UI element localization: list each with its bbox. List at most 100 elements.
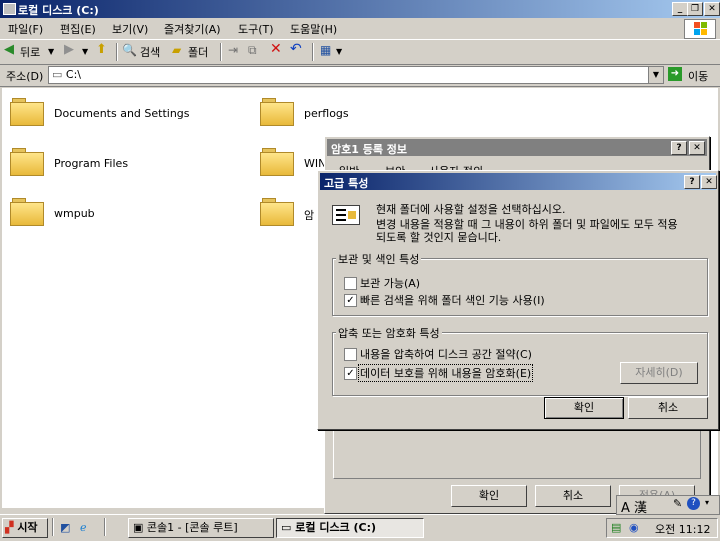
- compress-checkbox[interactable]: [344, 348, 357, 361]
- copy-to-icon[interactable]: ⧉: [248, 43, 257, 58]
- task-local-disk-label: 로컬 디스크 (C:): [295, 521, 377, 534]
- folder-icon[interactable]: [10, 148, 44, 176]
- go-button[interactable]: 이동: [688, 68, 708, 84]
- views-icon[interactable]: ▦: [320, 43, 331, 57]
- ime-mode[interactable]: A 漢: [621, 497, 647, 516]
- encrypt-checkbox[interactable]: ✓: [344, 367, 357, 380]
- back-dropdown-icon[interactable]: ▼: [48, 47, 54, 56]
- archive-label[interactable]: 보관 가능(A): [360, 275, 420, 291]
- menu-file[interactable]: 파일(F): [8, 21, 43, 37]
- folder-icon[interactable]: [260, 98, 294, 126]
- forward-dropdown-icon[interactable]: ▼: [82, 47, 88, 56]
- toolbar-separator: [220, 43, 222, 61]
- clock[interactable]: 오전 11:12: [655, 521, 710, 537]
- close-button[interactable]: ✕: [689, 141, 705, 155]
- properties-title: 암호1 등록 정보: [331, 143, 408, 156]
- dialog-description-line1: 현재 폴더에 사용할 설정을 선택하십시오.: [376, 203, 566, 216]
- taskbar: ▞ 시작 ◩ ℯ ▣ 콘솔1 - [콘솔 루트] ▭ 로컬 디스크 (C:) A…: [0, 495, 720, 541]
- archive-index-group-label: 보관 및 색인 특성: [336, 251, 422, 267]
- address-value: C:\: [65, 68, 81, 81]
- dialog-description-line3: 되도록 할 것인지 묻습니다.: [376, 231, 502, 244]
- delete-icon[interactable]: ✕: [270, 41, 282, 57]
- folder-encrypted[interactable]: 암: [304, 207, 314, 223]
- start-label: 시작: [17, 521, 38, 534]
- task-console[interactable]: ▣ 콘솔1 - [콘솔 루트]: [128, 518, 274, 538]
- menu-edit[interactable]: 편집(E): [60, 21, 96, 37]
- folder-documents-and-settings[interactable]: Documents and Settings: [54, 107, 190, 120]
- taskbar-separator: [104, 518, 106, 536]
- toolbar-separator: [312, 43, 314, 61]
- language-bar[interactable]: A 漢 ✎ ? ▾: [616, 495, 720, 516]
- window-titlebar[interactable]: 로컬 디스크 (C:) _ ❐ ✕: [0, 0, 720, 18]
- start-button[interactable]: ▞ 시작: [2, 518, 48, 538]
- ok-button[interactable]: 확인: [544, 397, 624, 419]
- internet-explorer-icon[interactable]: ℯ: [80, 521, 87, 534]
- folder-windows[interactable]: WIN: [304, 157, 326, 170]
- folder-perflogs[interactable]: perflogs: [304, 107, 349, 120]
- details-button[interactable]: 자세히(D): [620, 362, 698, 384]
- advanced-attributes-dialog: 고급 특성 ? ✕ 현재 폴더에 사용할 설정을 선택하십시오. 변경 내용을 …: [317, 170, 719, 430]
- address-input[interactable]: ▭ C:\: [48, 66, 650, 84]
- help-icon[interactable]: ?: [687, 497, 700, 510]
- taskbar-separator: [52, 518, 54, 536]
- folder-wmpub[interactable]: wmpub: [54, 207, 95, 220]
- address-bar: 주소(D) ▭ C:\ ▼ ➜ 이동: [0, 64, 720, 87]
- window-title: 로컬 디스크 (C:): [18, 4, 99, 17]
- folders-icon: ▰: [172, 43, 182, 57]
- up-folder-icon[interactable]: ⬆: [96, 42, 107, 57]
- task-console-label: 콘솔1 - [콘솔 루트]: [146, 521, 238, 534]
- folder-icon[interactable]: [260, 198, 294, 226]
- properties-titlebar[interactable]: 암호1 등록 정보: [327, 139, 707, 156]
- drive-icon: [3, 3, 16, 15]
- folders-button[interactable]: 폴더: [188, 44, 208, 60]
- views-dropdown-icon[interactable]: ▼: [336, 47, 342, 56]
- address-dropdown-button[interactable]: ▼: [648, 66, 664, 84]
- search-button[interactable]: 검색: [140, 44, 160, 60]
- forward-arrow-icon[interactable]: ▶: [64, 42, 74, 57]
- console-icon: ▣: [133, 521, 144, 534]
- help-button[interactable]: ?: [684, 175, 700, 189]
- properties-cancel-button[interactable]: 취소: [535, 485, 611, 507]
- folder-icon[interactable]: [10, 198, 44, 226]
- compress-encrypt-group-label: 압축 또는 암호화 특성: [336, 325, 442, 341]
- encrypt-label[interactable]: 데이터 보호를 위해 내용을 암호화(E): [358, 364, 534, 382]
- folder-icon[interactable]: [10, 98, 44, 126]
- network-icon[interactable]: ▤: [611, 521, 621, 534]
- go-arrow-icon[interactable]: ➜: [668, 67, 682, 81]
- restore-button[interactable]: ❐: [687, 2, 703, 16]
- help-button[interactable]: ?: [671, 141, 687, 155]
- folder-icon[interactable]: [260, 148, 294, 176]
- ime-tools-icon[interactable]: ✎: [673, 497, 682, 510]
- toolbar-separator: [116, 43, 118, 61]
- close-button[interactable]: ✕: [704, 2, 720, 16]
- task-local-disk[interactable]: ▭ 로컬 디스크 (C:): [276, 518, 424, 538]
- properties-ok-button[interactable]: 확인: [451, 485, 527, 507]
- undo-icon[interactable]: ↶: [290, 41, 302, 57]
- index-label[interactable]: 빠른 검색을 위해 폴더 색인 기능 사용(I): [360, 292, 545, 308]
- folder-program-files[interactable]: Program Files: [54, 157, 128, 170]
- archive-checkbox[interactable]: [344, 277, 357, 290]
- menu-view[interactable]: 보기(V): [112, 21, 148, 37]
- folder-attributes-icon: [332, 205, 360, 225]
- menu-help[interactable]: 도움말(H): [290, 21, 337, 37]
- menu-tools[interactable]: 도구(T): [238, 21, 274, 37]
- advanced-titlebar[interactable]: 고급 특성: [320, 173, 716, 190]
- back-button[interactable]: 뒤로: [20, 44, 40, 60]
- volume-icon[interactable]: ◉: [629, 521, 639, 534]
- address-label: 주소(D): [6, 70, 44, 83]
- windows-logo-icon: [684, 19, 716, 39]
- index-checkbox[interactable]: ✓: [344, 294, 357, 307]
- menu-favorites[interactable]: 즐겨찾기(A): [164, 21, 221, 37]
- cancel-button[interactable]: 취소: [628, 397, 708, 419]
- minimize-button[interactable]: _: [672, 2, 688, 16]
- compress-label[interactable]: 내용을 압축하여 디스크 공간 절약(C): [360, 346, 532, 362]
- language-bar-options-icon[interactable]: ▾: [705, 498, 709, 507]
- drive-icon: ▭: [281, 521, 292, 534]
- move-to-icon[interactable]: ⇥: [228, 43, 238, 57]
- back-arrow-icon[interactable]: ◀: [4, 42, 14, 57]
- drive-icon: ▭: [52, 68, 63, 81]
- show-desktop-icon[interactable]: ◩: [60, 521, 70, 534]
- windows-flag-icon: ▞: [5, 521, 14, 534]
- menu-bar: 파일(F) 편집(E) 보기(V) 즐겨찾기(A) 도구(T) 도움말(H): [0, 18, 720, 39]
- close-button[interactable]: ✕: [701, 175, 717, 189]
